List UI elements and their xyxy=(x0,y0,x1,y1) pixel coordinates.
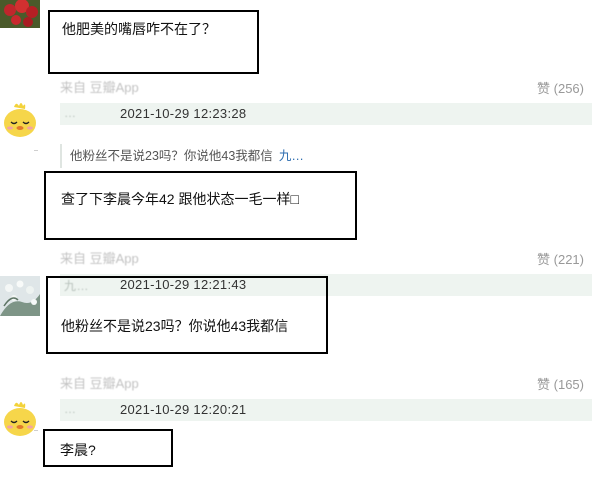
comment-meta: … 2021-10-29 12:20:21 xyxy=(60,399,592,421)
comment-content: 查了下李晨今年42 跟他状态一毛一样□ xyxy=(61,191,299,207)
comment-source: 来自 豆瓣App xyxy=(60,80,139,95)
like-button[interactable]: 赞 (221) xyxy=(537,249,584,268)
comment-meta: … 2021-10-29 12:23:28 xyxy=(60,103,592,125)
avatar[interactable] xyxy=(0,276,40,316)
avatar-chick-image xyxy=(0,99,40,139)
like-button[interactable]: 赞 (256) xyxy=(537,78,584,97)
comment-source: 来自 豆瓣App xyxy=(60,376,139,391)
quote-author-link[interactable]: 九… xyxy=(279,149,304,163)
highlight-box xyxy=(46,276,328,354)
username-link[interactable]: … xyxy=(64,402,77,416)
comment-content: 他粉丝不是说23吗？你说他43我都信 xyxy=(61,318,289,334)
quoted-reply: 他粉丝不是说23吗？你说他43我都信 九… xyxy=(60,144,304,168)
avatar[interactable] xyxy=(0,99,40,139)
divider xyxy=(34,430,38,431)
comment-source: 来自 豆瓣App xyxy=(60,251,139,266)
username-link[interactable]: … xyxy=(64,106,77,120)
like-button[interactable]: 赞 (165) xyxy=(537,374,584,393)
quote-text: 他粉丝不是说23吗？你说他43我都信 xyxy=(70,149,273,163)
comment-timestamp: 2021-10-29 12:23:28 xyxy=(120,106,247,121)
avatar-flowers-image xyxy=(0,276,40,316)
comment-content: 李晨? xyxy=(60,442,96,458)
avatar[interactable] xyxy=(0,398,40,438)
divider xyxy=(34,150,38,151)
avatar-berries-image xyxy=(0,0,40,28)
comment-content: 他肥美的嘴唇咋不在了？ xyxy=(62,21,216,37)
avatar[interactable] xyxy=(0,0,40,28)
avatar-chick-image xyxy=(0,398,40,438)
comment-timestamp: 2021-10-29 12:20:21 xyxy=(120,402,247,417)
